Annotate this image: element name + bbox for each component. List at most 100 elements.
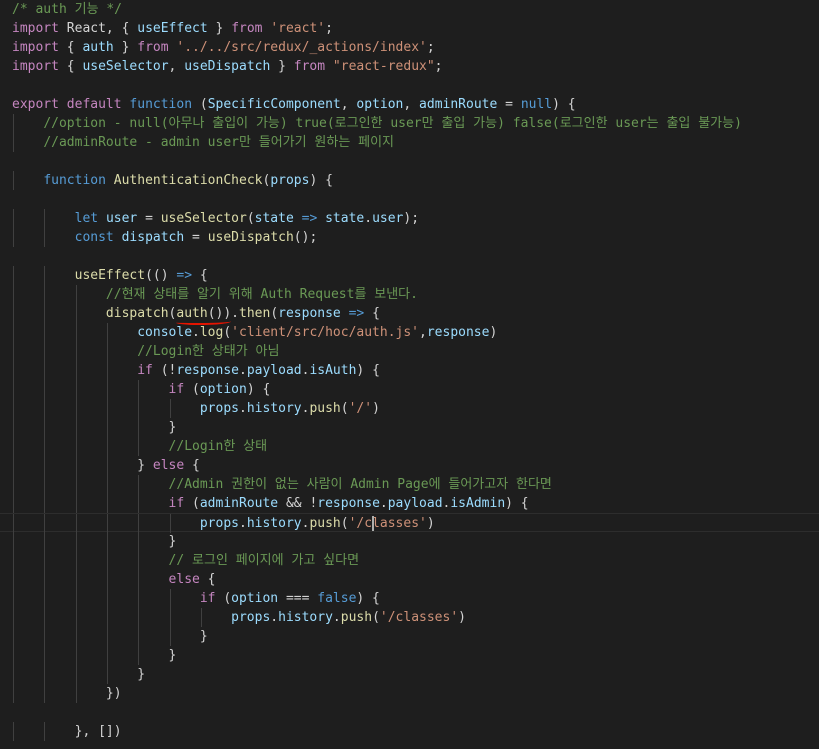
code-token: (	[184, 382, 200, 397]
code-token: '/classes'	[348, 516, 427, 531]
code-token: //Login한 상태가 아님	[137, 344, 280, 359]
code-token: //현재 상태를 알기 위해 Auth Request를 보낸다.	[105, 287, 418, 302]
code-text: if (adminRoute && !response.payload.isAd…	[12, 494, 529, 513]
code-token: dispatch	[105, 306, 169, 321]
code-token: ) {	[309, 173, 333, 188]
code-line[interactable]: else {	[0, 570, 819, 589]
code-line[interactable]	[0, 152, 819, 171]
code-text: /* auth 기능 */	[12, 0, 122, 19]
code-line[interactable]: //Admin 권한이 없는 사람이 Admin Page에 들어가고자 한다면	[0, 475, 819, 494]
code-line[interactable]: props.history.push('/')	[0, 399, 819, 418]
code-token: }	[199, 629, 208, 644]
code-line[interactable]: }	[0, 627, 819, 646]
code-token: if	[199, 591, 216, 606]
code-token: if	[137, 363, 153, 378]
code-line[interactable]: //option - null(아무나 출입이 가능) true(로그인한 us…	[0, 114, 819, 133]
code-token: /* auth 기능 */	[12, 2, 123, 17]
code-line[interactable]: console.log('client/src/hoc/auth.js',res…	[0, 323, 819, 342]
code-token: }	[168, 648, 177, 663]
code-token: ,	[168, 59, 185, 74]
code-text: console.log('client/src/hoc/auth.js',res…	[12, 323, 497, 342]
code-token: .	[238, 516, 247, 531]
code-line[interactable]: if (option) {	[0, 380, 819, 399]
code-token: useDispatch	[184, 59, 271, 74]
code-line[interactable]: import { useSelector, useDispatch } from…	[0, 57, 819, 76]
code-line[interactable]: //Login한 상태	[0, 437, 819, 456]
code-line[interactable]: //adminRoute - admin user만 들어가기 원하는 페이지	[0, 133, 819, 152]
code-token: import	[12, 40, 59, 55]
code-line[interactable]: }	[0, 532, 819, 551]
code-token: '../../src/redux/_actions/index'	[176, 40, 427, 55]
code-token: const	[74, 230, 114, 245]
code-line[interactable]: }	[0, 665, 819, 684]
code-token: && !	[278, 496, 318, 511]
code-line[interactable]: const dispatch = useDispatch();	[0, 228, 819, 247]
code-editor[interactable]: /* auth 기능 */ import React, { useEffect }…	[0, 0, 819, 749]
code-line[interactable]: }	[0, 646, 819, 665]
code-token: }	[137, 667, 146, 682]
code-text: if (option === false) {	[12, 589, 380, 608]
code-line[interactable]: } else {	[0, 456, 819, 475]
code-line[interactable]: let user = useSelector(state => state.us…	[0, 209, 819, 228]
code-text: } else {	[12, 456, 200, 475]
code-token: props	[199, 516, 239, 531]
code-line[interactable]: function AuthenticationCheck(props) {	[0, 171, 819, 190]
code-line[interactable]: props.history.push('/classes')	[0, 513, 819, 533]
code-token: export	[12, 97, 59, 112]
code-line[interactable]: props.history.push('/classes')	[0, 608, 819, 627]
code-token: {	[364, 306, 380, 321]
code-line[interactable]: import { auth } from '../../src/redux/_a…	[0, 38, 819, 57]
code-line[interactable]: dispatch(auth()).then(response => {	[0, 304, 819, 325]
code-line[interactable]: export default function (SpecificCompone…	[0, 95, 819, 114]
code-line[interactable]: /* auth 기능 */	[0, 0, 819, 19]
code-token: }	[137, 458, 153, 473]
code-line[interactable]: useEffect(() => {	[0, 266, 819, 285]
code-text: const dispatch = useDispatch();	[12, 228, 318, 247]
code-line[interactable]: })	[0, 684, 819, 703]
code-line[interactable]: if (!response.payload.isAuth) {	[0, 361, 819, 380]
code-token: =>	[301, 211, 318, 226]
code-token: ;	[325, 21, 333, 36]
code-line[interactable]: //Login한 상태가 아님	[0, 342, 819, 361]
code-line[interactable]	[0, 76, 819, 95]
code-token: push	[309, 401, 341, 416]
code-token: log	[199, 325, 224, 340]
code-text: //현재 상태를 알기 위해 Auth Request를 보낸다.	[12, 285, 418, 304]
code-line[interactable]: import React, { useEffect } from 'react'…	[0, 19, 819, 38]
code-token: (	[340, 516, 349, 531]
code-token: ) {	[505, 496, 529, 511]
code-token: .	[364, 211, 373, 226]
code-line[interactable]: if (option === false) {	[0, 589, 819, 608]
code-line[interactable]: //현재 상태를 알기 위해 Auth Request를 보낸다.	[0, 285, 819, 304]
code-token: .	[239, 363, 247, 378]
code-token: {	[199, 572, 216, 587]
code-token: {	[184, 458, 200, 473]
code-line[interactable]	[0, 190, 819, 209]
code-text: //adminRoute - admin user만 들어가기 원하는 페이지	[12, 133, 394, 152]
code-text: })	[12, 684, 122, 703]
code-line[interactable]: }, [])	[0, 722, 819, 741]
code-line[interactable]: // 로그인 페이지에 가고 싶다면	[0, 551, 819, 570]
code-line[interactable]	[0, 703, 819, 722]
code-token: ;	[434, 59, 443, 74]
code-token: );	[403, 211, 420, 226]
code-line[interactable]: }	[0, 418, 819, 437]
code-token: user	[105, 211, 138, 226]
code-token: props	[199, 401, 239, 416]
code-token: {	[58, 40, 83, 55]
code-line[interactable]	[0, 247, 819, 266]
code-line[interactable]: if (adminRoute && !response.payload.isAd…	[0, 494, 819, 513]
code-token: =	[137, 211, 161, 226]
code-token: function	[129, 97, 193, 112]
